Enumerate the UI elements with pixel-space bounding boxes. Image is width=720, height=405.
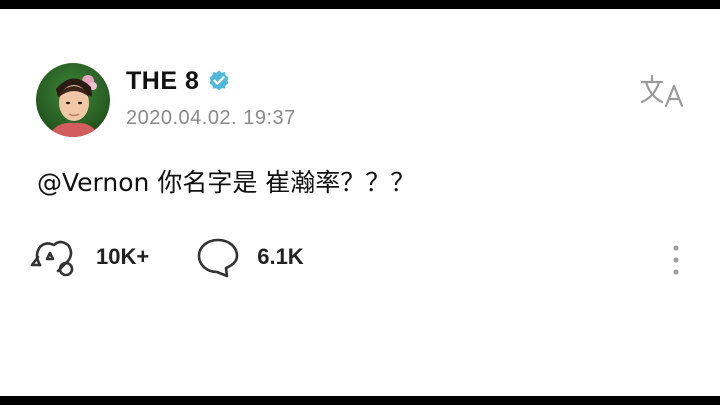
- post-actions: 10K+ 6.1K: [30, 235, 350, 279]
- verified-badge-icon: [209, 70, 229, 91]
- avatar[interactable]: [36, 63, 110, 137]
- reaction-icon: [30, 240, 74, 277]
- translate-icon[interactable]: [638, 70, 686, 110]
- more-options-icon[interactable]: [668, 244, 684, 278]
- letterbox-bottom: [0, 396, 720, 405]
- author-name[interactable]: THE 8: [126, 67, 199, 96]
- reaction-count: 10K+: [96, 244, 150, 269]
- comment-button[interactable]: 6.1K: [195, 235, 304, 279]
- letterbox-top: [0, 0, 720, 9]
- avatar-photo: [48, 75, 100, 137]
- author-row: THE 8: [126, 64, 231, 98]
- comment-count: 6.1K: [257, 244, 304, 269]
- post-card: [0, 9, 720, 396]
- reaction-button[interactable]: 10K+: [30, 235, 149, 279]
- post-timestamp: 2020.04.02. 19:37: [126, 107, 296, 129]
- comment-icon: [197, 238, 239, 278]
- post-text: @Vernon 你名字是 崔瀚率？？？: [37, 168, 416, 197]
